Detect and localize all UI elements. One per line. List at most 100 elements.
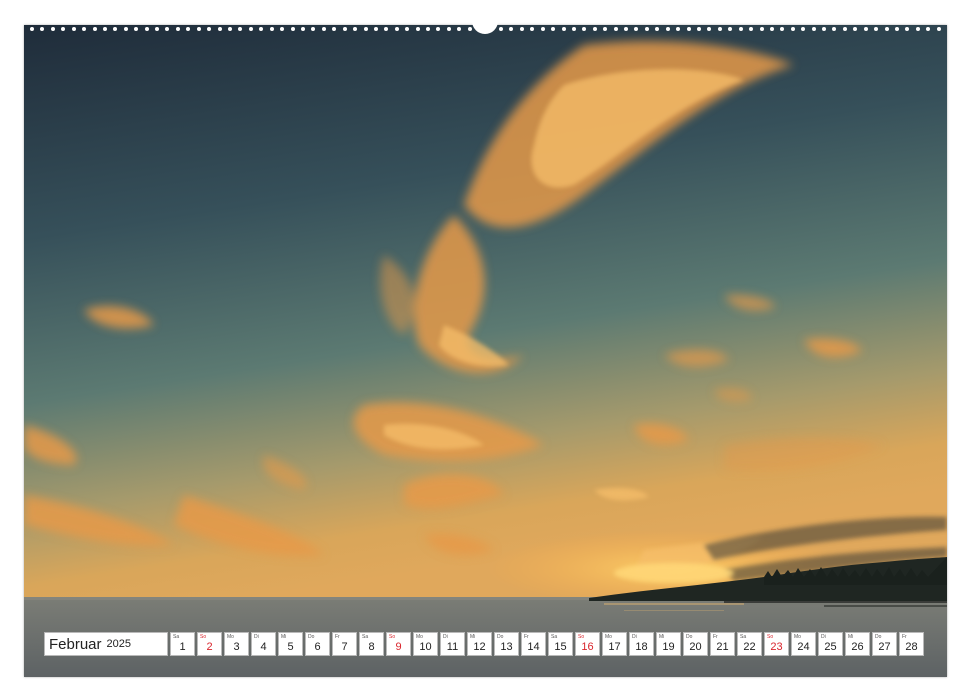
binding-dot [155, 27, 160, 31]
day-cell: So 23 [764, 632, 789, 656]
binding-dot [582, 27, 587, 31]
binding-dot [561, 27, 566, 31]
day-cell: Do 6 [305, 632, 330, 656]
sunset-sea-image [24, 25, 947, 677]
weekday-label: Sa [173, 634, 180, 640]
binding-dot [415, 27, 420, 31]
day-cell: Fr 14 [521, 632, 546, 656]
binding-dot [801, 27, 806, 31]
day-number: 14 [527, 641, 540, 653]
binding-dot [259, 27, 264, 31]
binding-dot [228, 27, 233, 31]
binding-dot [102, 27, 107, 31]
day-number: 17 [608, 641, 621, 653]
day-number: 25 [824, 641, 837, 653]
binding-dot [811, 27, 816, 31]
day-number: 15 [554, 641, 567, 653]
day-number: 26 [851, 641, 864, 653]
hanger-hole [472, 20, 498, 34]
binding-dot [50, 27, 55, 31]
binding-dot [373, 27, 378, 31]
binding-dot [82, 27, 87, 31]
day-number: 18 [635, 641, 648, 653]
day-number: 5 [287, 641, 294, 653]
binding-dot [123, 27, 128, 31]
binding-dot [644, 27, 649, 31]
binding-dot [30, 27, 34, 31]
calendar-photo [24, 25, 947, 677]
binding-dot [186, 27, 191, 31]
binding-dot [603, 27, 608, 31]
binding-dot [551, 27, 556, 31]
binding-dot [311, 27, 316, 31]
day-number: 22 [743, 641, 756, 653]
binding-dot [738, 27, 743, 31]
month-year: 2025 [106, 638, 132, 650]
day-cell: Di 11 [440, 632, 465, 656]
weekday-label: Fr [902, 634, 907, 640]
binding-dot [457, 27, 462, 31]
binding-dot [436, 27, 441, 31]
weekday-label: Sa [551, 634, 558, 640]
binding-dot [842, 27, 847, 31]
day-number: 3 [233, 641, 240, 653]
binding-dot [707, 27, 712, 31]
day-cell: Mo 3 [224, 632, 249, 656]
binding-dot [217, 27, 222, 31]
binding-dot [717, 27, 722, 31]
weekday-label: Mo [416, 634, 423, 640]
day-number: 28 [905, 641, 918, 653]
weekday-label: So [389, 634, 396, 640]
weekday-label: Sa [740, 634, 747, 640]
binding-dot [467, 27, 472, 31]
weekday-label: Di [821, 634, 826, 640]
binding-dot [884, 27, 889, 31]
day-number: 12 [473, 641, 486, 653]
binding-dot [207, 27, 212, 31]
day-number: 7 [341, 641, 348, 653]
day-number: 2 [206, 641, 213, 653]
day-number: 10 [419, 641, 432, 653]
month-calendar-strip: Februar 2025 Sa 1 So 2 Mo 3 Di 4 Mi 5 Do 6 Fr 7 Sa 8 So 9… [44, 632, 924, 656]
weekday-label: Sa [362, 634, 369, 640]
day-cell: So 16 [575, 632, 600, 656]
binding-dot [926, 27, 931, 31]
binding-dot [592, 27, 597, 31]
binding-dot [363, 27, 368, 31]
day-cell: Mi 26 [845, 632, 870, 656]
binding-dot [280, 27, 285, 31]
weekday-label: Mi [659, 634, 665, 640]
binding-dot [384, 27, 389, 31]
day-number: 8 [368, 641, 375, 653]
binding-dot [540, 27, 545, 31]
weekday-label: Do [497, 634, 504, 640]
binding-dot [342, 27, 347, 31]
binding-dot [905, 27, 910, 31]
binding-dot [165, 27, 170, 31]
binding-dot [874, 27, 879, 31]
day-cell: Sa 15 [548, 632, 573, 656]
weekday-label: Mo [794, 634, 801, 640]
weekday-label: Mi [470, 634, 476, 640]
day-number: 9 [395, 641, 402, 653]
weekday-label: Fr [335, 634, 340, 640]
weekday-label: So [578, 634, 585, 640]
day-cell: Sa 22 [737, 632, 762, 656]
day-cell: Mi 5 [278, 632, 303, 656]
day-cell: Fr 28 [899, 632, 924, 656]
binding-dot [665, 27, 670, 31]
binding-dot [332, 27, 337, 31]
day-cell: Fr 21 [710, 632, 735, 656]
binding-dot [92, 27, 97, 31]
weekday-label: Do [686, 634, 693, 640]
binding-dot [780, 27, 785, 31]
weekday-label: Do [308, 634, 315, 640]
day-number: 1 [179, 641, 186, 653]
month-label-box: Februar 2025 [44, 632, 168, 656]
binding-dot [571, 27, 576, 31]
binding-dot [509, 27, 514, 31]
binding-dot [300, 27, 305, 31]
day-cell: So 9 [386, 632, 411, 656]
binding-dot [634, 27, 639, 31]
day-number: 27 [878, 641, 891, 653]
